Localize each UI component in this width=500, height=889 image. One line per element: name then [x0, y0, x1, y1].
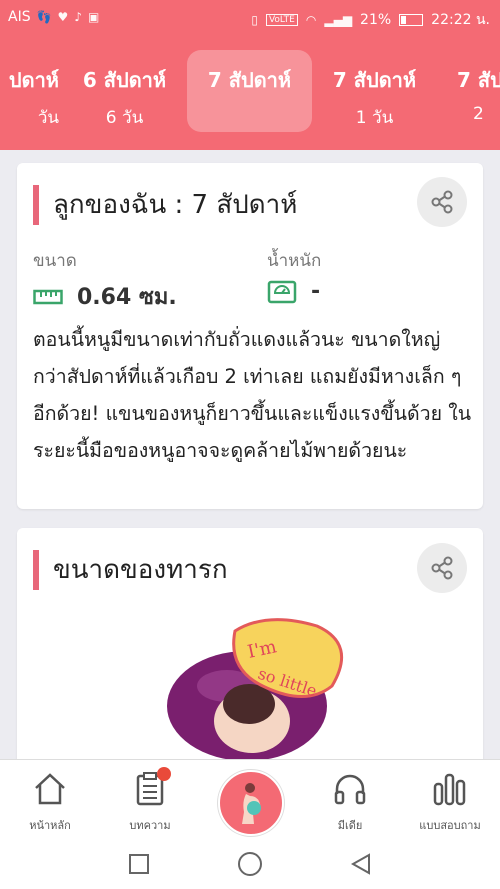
week-tab-days: วัน — [37, 108, 59, 128]
nav-home-label: หน้าหลัก — [29, 819, 71, 832]
gallery-icon: ▣ — [87, 10, 100, 24]
nav-home[interactable]: หน้าหลัก — [0, 760, 100, 842]
clock: 22:22 น. — [431, 12, 490, 28]
week-tab-7w-selected[interactable]: 7 สัปดาห์ — [187, 50, 312, 132]
week-tab-label: ปดาห์ — [8, 68, 59, 92]
share-button[interactable] — [417, 177, 467, 227]
weight-value: - — [311, 279, 321, 304]
ruler-icon — [33, 289, 63, 304]
weight-stat: - — [267, 279, 320, 304]
tiktok-icon: ♪ — [74, 10, 82, 24]
signal-icon: ▂▄▆ — [324, 13, 353, 27]
week-tab-7w1d[interactable]: 7 สัปดาห์ 1 วัน — [312, 50, 437, 132]
pregnant-woman-icon — [242, 783, 261, 824]
size-stat: 0.64 ซม. — [33, 279, 177, 314]
weight-label: น้ำหนัก — [267, 251, 322, 271]
size-value: 0.64 ซม. — [77, 285, 177, 310]
headphones-icon — [334, 774, 366, 805]
scale-icon — [267, 280, 297, 303]
share-icon — [431, 190, 453, 214]
week-tab-days: 6 วัน — [105, 108, 144, 128]
week-tab-label: 7 สัปดาห์ — [332, 68, 417, 92]
card-title: ขนาดของทารก — [33, 550, 228, 590]
size-label: ขนาด — [33, 251, 77, 271]
week-tab-label: 7 สัปดาห์ — [207, 68, 292, 92]
pregnancy-center-button[interactable] — [218, 770, 284, 836]
vibrate-icon: ▯ — [251, 13, 258, 27]
bar-chart-icon — [433, 773, 466, 806]
system-navigation-bar — [0, 841, 500, 889]
nav-survey[interactable]: แบบสอบถาม — [400, 760, 500, 842]
back-icon[interactable] — [350, 853, 372, 875]
week-tab-label: 7 สัป — [457, 68, 500, 92]
wifi-icon: ◠ — [305, 13, 317, 27]
share-icon — [431, 556, 453, 580]
recent-apps-icon[interactable] — [128, 853, 150, 875]
week-tab-prev-2[interactable]: ปดาห์ วัน — [0, 50, 63, 132]
carrier-label: AIS — [8, 9, 31, 25]
nav-survey-label: แบบสอบถาม — [419, 819, 481, 832]
card-title: ลูกของฉัน : 7 สัปดาห์ — [33, 185, 297, 225]
baby-description: ตอนนี้หนูมีขนาดเท่ากับถั่วแดงแล้วนะ ขนาด… — [33, 328, 472, 462]
week-selector: ปดาห์ วัน 6 สัปดาห์ 6 วัน 7 สัปดาห์ 7 สั… — [0, 36, 500, 150]
nav-articles-label: บทความ — [129, 819, 171, 832]
heart-rate-icon: ♥ — [57, 10, 69, 24]
volte-icon: VoLTE — [265, 14, 298, 26]
baby-size-card: ขนาดของทารก I'm so little — [17, 528, 483, 768]
week-tab-7w2d[interactable]: 7 สัป 2 — [437, 50, 500, 132]
week-tab-days: 2 — [473, 104, 484, 124]
footprints-icon: 👣 — [36, 10, 52, 24]
week-tab-days: 1 วัน — [355, 108, 394, 128]
battery-icon — [399, 14, 424, 26]
bean-baby-illustration: I'm so little — [167, 618, 344, 761]
nav-articles[interactable]: บทความ — [100, 760, 200, 842]
share-button[interactable] — [417, 543, 467, 593]
status-bar: AIS 👣 ♥ ♪ ▣ ▯ VoLTE ◠ ▂▄▆ 21% 22:22 น. — [0, 0, 500, 36]
home-icon — [35, 773, 65, 805]
baby-info-card: ลูกของฉัน : 7 สัปดาห์ ขนาด 0.64 ซม. น้ำห… — [17, 163, 483, 509]
week-tab-6w6d[interactable]: 6 สัปดาห์ 6 วัน — [62, 50, 187, 132]
nav-media[interactable]: มีเดีย — [300, 760, 400, 842]
notification-badge — [157, 767, 171, 781]
nav-media-label: มีเดีย — [337, 819, 363, 832]
week-tab-label: 6 สัปดาห์ — [82, 68, 167, 92]
home-circle-icon[interactable] — [237, 851, 263, 877]
battery-percent: 21% — [360, 12, 392, 28]
